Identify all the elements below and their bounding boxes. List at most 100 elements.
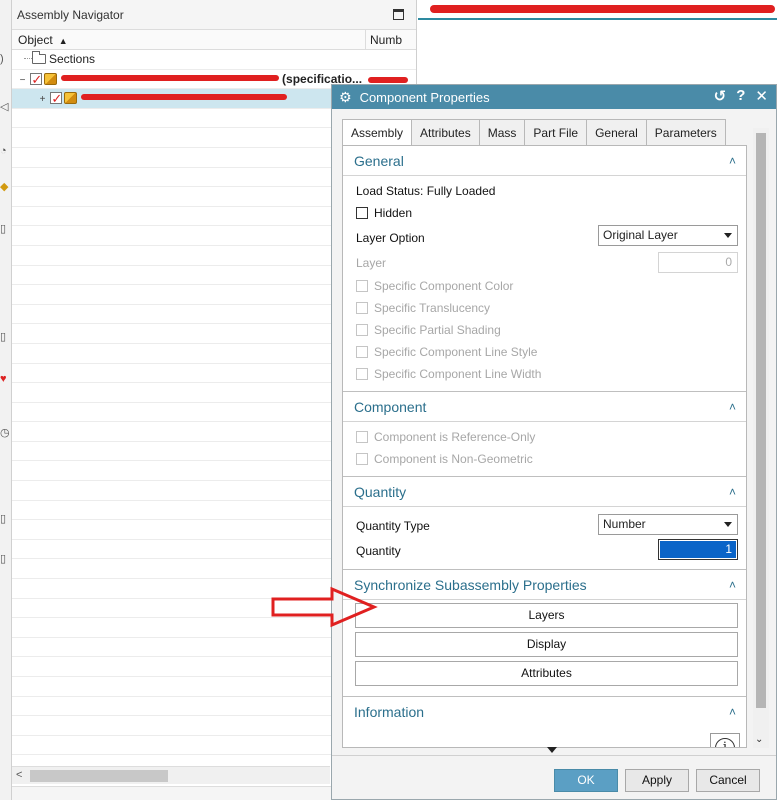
column-number[interactable]: Numb: [366, 30, 402, 49]
tab-assembly[interactable]: Assembly: [342, 119, 413, 146]
assembly-icon: [64, 92, 78, 105]
toolbar-icon[interactable]: ▯: [0, 552, 10, 566]
sort-ascending-icon: ▲: [58, 36, 68, 46]
ok-button[interactable]: OK: [554, 769, 618, 792]
scroll-left-icon[interactable]: <: [16, 769, 22, 781]
annotation-arrow-icon: [271, 586, 378, 628]
cancel-button[interactable]: Cancel: [696, 769, 760, 792]
section-title: Synchronize Subassembly Properties: [354, 576, 587, 593]
section-general-header[interactable]: General ˄: [343, 146, 746, 176]
checkbox-icon[interactable]: [30, 70, 43, 89]
dialog-footer: OK Apply Cancel: [332, 755, 776, 799]
quantity-input[interactable]: 1: [658, 539, 738, 560]
redacted-number: [368, 76, 408, 83]
help-icon[interactable]: ?: [736, 87, 745, 105]
apply-button[interactable]: Apply: [625, 769, 689, 792]
close-icon[interactable]: ✕: [755, 87, 768, 105]
specific-partial-shading-checkbox[interactable]: [356, 324, 368, 336]
layer-row: Layer 0: [356, 251, 738, 275]
toolbar-icon[interactable]: ▯: [0, 222, 10, 236]
checkbox-icon[interactable]: [50, 89, 63, 108]
toolbar-icon[interactable]: ◔: [0, 144, 10, 158]
layer-option-select[interactable]: Original Layer: [598, 225, 738, 246]
section-quantity-header[interactable]: Quantity ˄: [343, 477, 746, 507]
section-title: Quantity: [354, 483, 407, 500]
tree-row-sections[interactable]: Sections: [12, 50, 416, 70]
scrollbar-thumb[interactable]: [756, 133, 766, 708]
specific-color-row[interactable]: Specific Component Color: [356, 275, 738, 297]
chevron-up-icon[interactable]: ˄: [729, 154, 736, 168]
chevron-up-icon[interactable]: ˄: [729, 485, 736, 499]
caret-down-icon: [724, 522, 732, 527]
specific-color-checkbox[interactable]: [356, 280, 368, 292]
quantity-type-row: Quantity Type Number: [356, 513, 738, 538]
sync-attributes-button[interactable]: Attributes: [355, 661, 738, 686]
reset-icon[interactable]: ↺: [714, 87, 727, 105]
toolbar-icon[interactable]: ◆: [0, 180, 10, 194]
graphics-window-tab: [418, 0, 777, 20]
non-geometric-row[interactable]: Component is Non-Geometric: [356, 448, 738, 470]
specific-line-width-row[interactable]: Specific Component Line Width: [356, 363, 738, 385]
assembly-icon: [44, 72, 58, 85]
layer-input[interactable]: 0: [658, 252, 738, 273]
tab-bar: Assembly Attributes Mass Part File Gener…: [342, 119, 726, 146]
toolbar-icon[interactable]: ◁: [0, 100, 10, 114]
quantity-type-select[interactable]: Number: [598, 514, 738, 535]
toolbar-icon[interactable]: ♥: [0, 372, 10, 386]
caret-down-icon: [724, 233, 732, 238]
horizontal-scrollbar[interactable]: <: [12, 766, 330, 784]
toolbar-icon[interactable]: ): [0, 52, 10, 66]
section-sync: Layers Display Attributes: [343, 600, 746, 697]
component-properties-dialog: ⚙ Component Properties ↺ ? ✕ Assembly At…: [331, 84, 777, 800]
sync-layers-button[interactable]: Layers: [355, 603, 738, 628]
toolbar-icon[interactable]: ▯: [0, 330, 10, 344]
tab-part-file[interactable]: Part File: [525, 119, 588, 146]
layer-option-label: Layer Option: [356, 230, 425, 245]
expand-icon[interactable]: +: [38, 90, 47, 109]
tab-general[interactable]: General: [587, 119, 647, 146]
maximize-icon[interactable]: [393, 9, 404, 20]
section-sync-header[interactable]: Synchronize Subassembly Properties ˄: [343, 570, 746, 600]
navigator-title-bar: Assembly Navigator: [12, 0, 416, 30]
toolbar-icon[interactable]: ◷: [0, 426, 10, 440]
section-general: Load Status: Fully Loaded Hidden Layer O…: [343, 176, 746, 392]
section-component-header[interactable]: Component ˄: [343, 392, 746, 422]
tab-parameters[interactable]: Parameters: [646, 119, 726, 146]
specific-partial-shading-label: Specific Partial Shading: [374, 323, 501, 337]
chevron-up-icon[interactable]: ˄: [729, 705, 736, 719]
quantity-value: 1: [660, 541, 736, 558]
collapse-icon[interactable]: −: [18, 71, 27, 90]
column-object[interactable]: Object ▲: [12, 30, 366, 49]
scrollbar-thumb[interactable]: [30, 770, 168, 782]
specific-partial-shading-row[interactable]: Specific Partial Shading: [356, 319, 738, 341]
specific-line-width-checkbox[interactable]: [356, 368, 368, 380]
reference-only-checkbox[interactable]: [356, 431, 368, 443]
specific-translucency-label: Specific Translucency: [374, 301, 491, 315]
specific-line-style-checkbox[interactable]: [356, 346, 368, 358]
section-quantity: Quantity Type Number Quantity 1: [343, 507, 746, 570]
specific-line-style-row[interactable]: Specific Component Line Style: [356, 341, 738, 363]
tab-mass[interactable]: Mass: [479, 119, 526, 146]
dialog-title-bar: ⚙ Component Properties ↺ ? ✕: [332, 85, 776, 109]
section-information-header[interactable]: Information ˄: [343, 697, 746, 727]
scroll-down-icon[interactable]: ⌄: [755, 734, 763, 745]
hidden-label: Hidden: [374, 206, 413, 220]
navigator-column-header: Object ▲ Numb: [12, 30, 416, 50]
section-title: General: [354, 152, 404, 169]
hidden-checkbox[interactable]: [356, 207, 368, 219]
sync-display-button[interactable]: Display: [355, 632, 738, 657]
section-information: Information ˄ i: [343, 697, 746, 747]
information-button[interactable]: i: [710, 733, 740, 747]
reference-only-row[interactable]: Component is Reference-Only: [356, 426, 738, 448]
chevron-up-icon[interactable]: ˄: [729, 578, 736, 592]
specific-translucency-checkbox[interactable]: [356, 302, 368, 314]
non-geometric-checkbox[interactable]: [356, 453, 368, 465]
navigator-title: Assembly Navigator: [17, 8, 124, 22]
chevron-up-icon[interactable]: ˄: [729, 400, 736, 414]
toolbar-icon[interactable]: ▯: [0, 512, 10, 526]
hidden-checkbox-row[interactable]: Hidden: [356, 202, 738, 224]
more-content-icon[interactable]: [547, 747, 557, 753]
tab-attributes[interactable]: Attributes: [412, 119, 480, 146]
specific-translucency-row[interactable]: Specific Translucency: [356, 297, 738, 319]
dialog-vertical-scrollbar[interactable]: ⌄: [753, 128, 769, 748]
